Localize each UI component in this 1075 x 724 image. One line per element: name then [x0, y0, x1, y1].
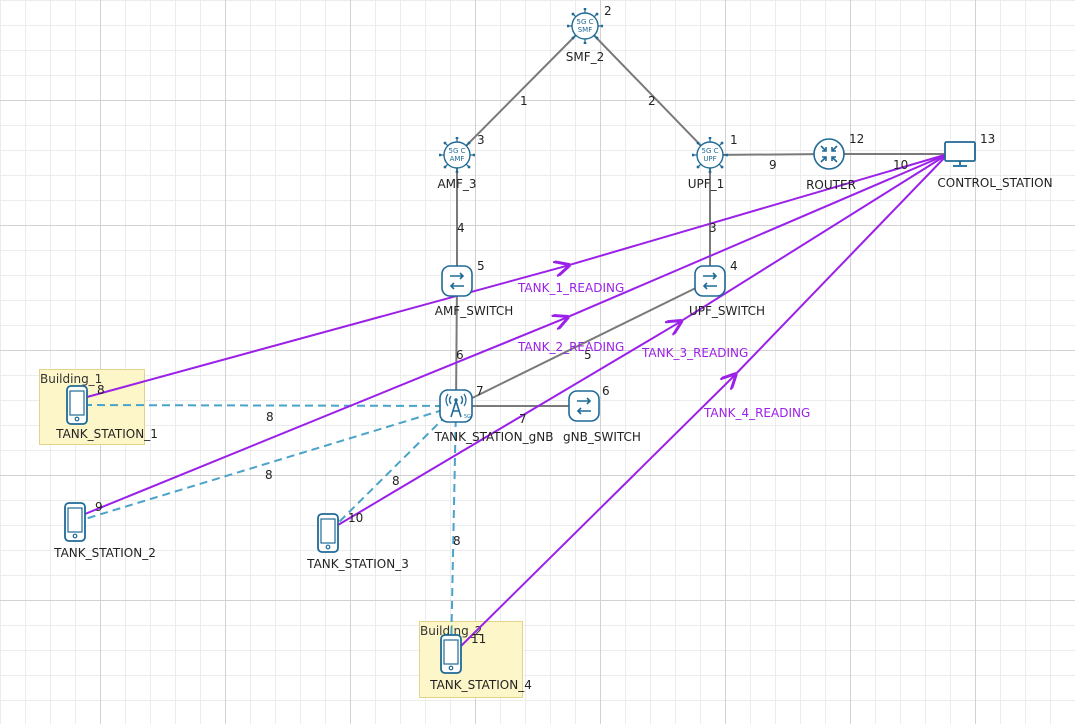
node-label-control: CONTROL_STATION [937, 176, 1053, 190]
node-label-gnb: TANK_STATION_gNB [434, 430, 554, 444]
link-label-upf-router: 9 [769, 158, 777, 172]
5gc-core-icon: 5G C UPF [691, 136, 729, 177]
node-ts1[interactable] [65, 385, 89, 425]
node-id-gnbsw: 6 [602, 384, 610, 398]
link-label-amf-amfsw: 4 [457, 221, 465, 235]
node-amfsw[interactable] [440, 264, 474, 298]
link-label-smf-upf: 2 [648, 94, 656, 108]
node-label-amfsw: AMF_SWITCH [434, 304, 514, 318]
node-label-amf: AMF_3 [437, 177, 477, 191]
phone-icon [63, 502, 87, 546]
switch-icon [567, 390, 601, 427]
gnb-antenna-icon: 5G [438, 389, 474, 428]
monitor-icon [943, 141, 977, 172]
packet-label-ts2: TANK_2_READING [518, 340, 625, 354]
link-label-gnb-ts2: 8 [265, 468, 273, 482]
packet-flow-ts3[interactable] [337, 153, 949, 526]
node-id-amf: 3 [477, 133, 485, 147]
svg-text:AMF: AMF [450, 155, 465, 163]
node-label-upfsw: UPF_SWITCH [689, 304, 765, 318]
switch-icon [440, 265, 474, 302]
svg-text:5G: 5G [464, 414, 471, 420]
link-label-gnb-ts3: 8 [392, 474, 400, 488]
node-label-ts4: TANK_STATION_4 [430, 678, 532, 692]
link-label-amf-smf: 1 [520, 94, 528, 108]
packet-label-ts1: TANK_1_READING [518, 281, 625, 295]
node-id-upf: 1 [730, 133, 738, 147]
svg-text:5G C: 5G C [577, 18, 594, 26]
node-id-ts4: 11 [471, 632, 487, 646]
packet-label-ts4: TANK_4_READING [704, 406, 811, 420]
link-label-gnb-ts1: 8 [266, 410, 274, 424]
switch-icon [693, 265, 727, 302]
node-id-ts1: 8 [97, 383, 105, 397]
node-label-upf: UPF_1 [687, 177, 725, 191]
node-id-router: 12 [849, 132, 865, 146]
5gc-core-icon: 5G C AMF [438, 136, 476, 177]
node-id-upfsw: 4 [730, 259, 738, 273]
link-label-upf-upfsw: 3 [709, 221, 717, 235]
5gc-core-icon: 5G C SMF [566, 7, 604, 48]
node-ts3[interactable] [316, 513, 340, 553]
node-id-amfsw: 5 [477, 259, 485, 273]
node-ts4[interactable] [439, 634, 463, 674]
link-smf-upf[interactable] [584, 25, 711, 156]
node-control[interactable] [943, 140, 977, 168]
node-id-gnb: 7 [476, 384, 484, 398]
phone-icon [316, 513, 340, 557]
packet-flow-ts2[interactable] [84, 153, 949, 515]
node-label-router: ROUTER [806, 178, 856, 192]
link-gnb-ts1[interactable] [76, 404, 457, 407]
packet-flow-ts4[interactable] [460, 153, 949, 647]
svg-text:UPF: UPF [703, 155, 716, 163]
node-label-ts1: TANK_STATION_1 [56, 427, 158, 441]
svg-text:SMF: SMF [578, 26, 593, 34]
network-links [74, 25, 960, 655]
node-gnbsw[interactable] [567, 389, 601, 423]
node-label-ts3: TANK_STATION_3 [307, 557, 409, 571]
link-label-gnb-ts4: 8 [453, 534, 461, 548]
svg-text:5G C: 5G C [702, 147, 719, 155]
node-label-smf: SMF_2 [565, 50, 605, 64]
node-id-ts3: 10 [348, 511, 364, 525]
node-label-gnbsw: gNB_SWITCH [563, 430, 641, 444]
node-ts2[interactable] [63, 502, 87, 542]
packet-label-ts3: TANK_3_READING [642, 346, 749, 360]
link-label-amfsw-gnb: 6 [456, 348, 464, 362]
node-id-smf: 2 [604, 4, 612, 18]
node-smf[interactable]: 5G C SMF [566, 7, 604, 45]
node-router[interactable] [812, 137, 846, 171]
node-amf[interactable]: 5G C AMF [438, 136, 476, 174]
node-id-control: 13 [980, 132, 996, 146]
link-label-router-control: 10 [893, 158, 909, 172]
phone-icon [439, 634, 463, 678]
link-label-gnb-gnbsw: 7 [519, 412, 527, 426]
node-label-ts2: TANK_STATION_2 [54, 546, 156, 560]
node-id-ts2: 9 [95, 500, 103, 514]
router-icon [812, 138, 846, 175]
node-gnb[interactable]: 5G [438, 388, 474, 424]
node-upfsw[interactable] [693, 264, 727, 298]
node-upf[interactable]: 5G C UPF [691, 136, 729, 174]
svg-text:5G C: 5G C [449, 147, 466, 155]
